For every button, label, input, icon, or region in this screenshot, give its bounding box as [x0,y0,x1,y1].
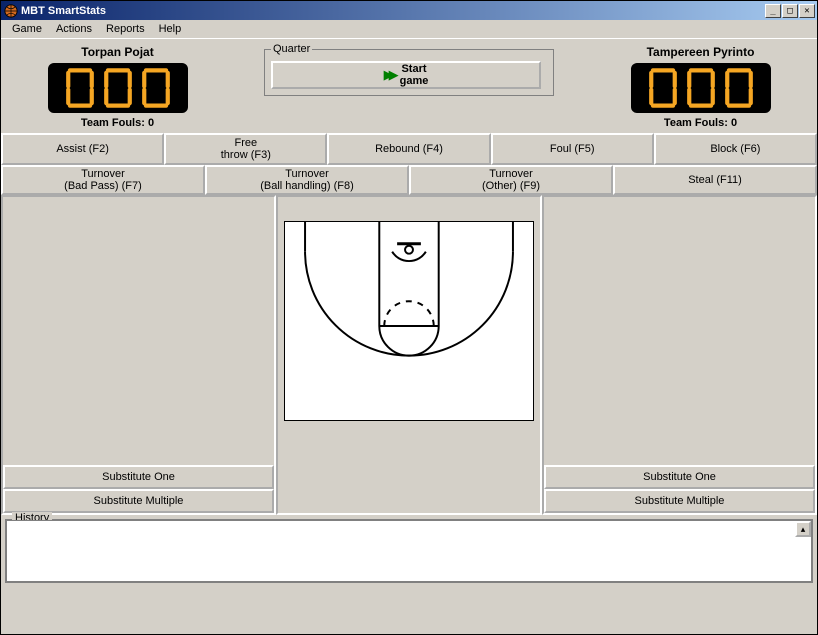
stat-assist-button[interactable]: Assist (F2) [1,133,164,165]
right-player-panel: Substitute One Substitute Multiple [542,195,817,515]
menu-reports[interactable]: Reports [99,21,152,37]
left-substitute-one-button[interactable]: Substitute One [3,465,274,489]
stat-block-button[interactable]: Block (F6) [654,133,817,165]
stat-foul-button[interactable]: Foul (F5) [491,133,654,165]
menubar: Game Actions Reports Help [1,20,817,39]
menu-actions[interactable]: Actions [49,21,99,37]
digit [62,67,98,109]
play-icon: ▶▶ [384,67,394,83]
app-icon [4,4,18,18]
scroll-up-button[interactable]: ▴ [795,521,811,537]
left-player-list[interactable] [3,197,274,465]
court-panel [276,195,542,515]
history-fieldset: History ▴ [5,519,813,583]
stat-steal-button[interactable]: Steal (F11) [613,165,817,195]
quarter-legend: Quarter [271,43,312,55]
history-listbox[interactable]: ▴ [6,520,812,582]
digit [683,67,719,109]
menu-help[interactable]: Help [152,21,189,37]
start-game-button[interactable]: ▶▶ Start game [271,61,541,89]
right-substitute-one-button[interactable]: Substitute One [544,465,815,489]
digit [645,67,681,109]
right-substitute-multi-button[interactable]: Substitute Multiple [544,489,815,513]
court-diagram[interactable] [284,221,534,421]
stat-rebound-button[interactable]: Rebound (F4) [327,133,490,165]
digit [721,67,757,109]
left-substitute-multi-button[interactable]: Substitute Multiple [3,489,274,513]
team-right-name: Tampereen Pyrinto [588,45,813,59]
team-left-fouls: Team Fouls: 0 [5,117,230,129]
maximize-button[interactable]: □ [782,4,798,18]
left-player-panel: Substitute One Substitute Multiple [1,195,276,515]
digit [138,67,174,109]
stat-turnover-other-button[interactable]: Turnover (Other) (F9) [409,165,613,195]
team-left-block: Torpan Pojat Team Fouls: 0 [5,41,230,129]
right-player-list[interactable] [544,197,815,465]
titlebar: MBT SmartStats _ □ ✕ [1,1,817,20]
stat-turnover-ballhandling-button[interactable]: Turnover (Ball handling) (F8) [205,165,409,195]
team-right-fouls: Team Fouls: 0 [588,117,813,129]
quarter-fieldset: Quarter ▶▶ Start game [264,43,554,96]
team-right-score [631,63,771,113]
close-button[interactable]: ✕ [799,4,815,18]
stat-turnover-badpass-button[interactable]: Turnover (Bad Pass) (F7) [1,165,205,195]
minimize-button[interactable]: _ [765,4,781,18]
app-window: MBT SmartStats _ □ ✕ Game Actions Report… [0,0,818,635]
window-title: MBT SmartStats [21,5,764,17]
start-game-label: Start game [400,63,429,87]
stat-freethrow-button[interactable]: Free throw (F3) [164,133,327,165]
team-right-block: Tampereen Pyrinto Team Fouls: 0 [588,41,813,129]
team-left-score [48,63,188,113]
digit [100,67,136,109]
team-left-name: Torpan Pojat [5,45,230,59]
menu-game[interactable]: Game [5,21,49,37]
